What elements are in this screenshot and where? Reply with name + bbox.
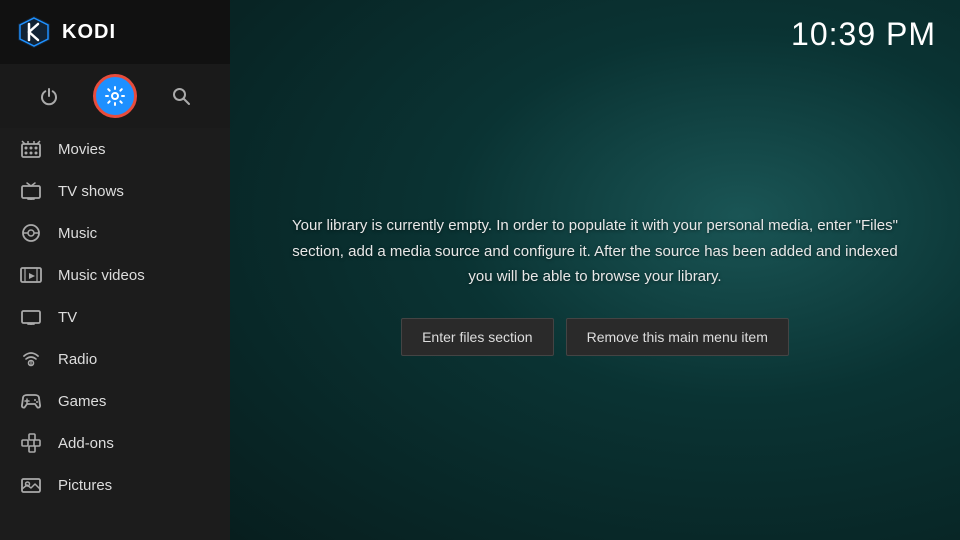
add-ons-label: Add-ons (58, 435, 114, 452)
sidebar-item-radio[interactable]: Radio (0, 338, 230, 380)
tv-shows-label: TV shows (58, 183, 124, 200)
sidebar-top-icons (0, 64, 230, 128)
tv-shows-icon (20, 180, 42, 202)
action-buttons: Enter files section Remove this main men… (401, 318, 789, 356)
search-button[interactable] (159, 74, 203, 118)
sidebar-item-tv-shows[interactable]: TV shows (0, 170, 230, 212)
sidebar-item-tv[interactable]: TV (0, 296, 230, 338)
tv-icon (20, 306, 42, 328)
library-empty-message: Your library is currently empty. In orde… (290, 213, 900, 290)
sidebar-nav: Movies TV shows (0, 128, 230, 540)
search-icon (171, 86, 191, 106)
main-header: 10:39 PM (230, 0, 960, 69)
enter-files-button[interactable]: Enter files section (401, 318, 554, 356)
power-button[interactable] (27, 74, 71, 118)
sidebar-item-music-videos[interactable]: Music videos (0, 254, 230, 296)
sidebar-item-movies[interactable]: Movies (0, 128, 230, 170)
movies-icon (20, 138, 42, 160)
sidebar-item-games[interactable]: Games (0, 380, 230, 422)
sidebar-item-music[interactable]: Music (0, 212, 230, 254)
sidebar: KODI (0, 0, 230, 540)
settings-icon (105, 86, 125, 106)
pictures-label: Pictures (58, 477, 112, 494)
library-section: Your library is currently empty. In orde… (230, 69, 960, 540)
radio-label: Radio (58, 351, 97, 368)
radio-icon (20, 348, 42, 370)
music-videos-label: Music videos (58, 267, 145, 284)
settings-button[interactable] (93, 74, 137, 118)
kodi-wordmark: KODI (62, 21, 116, 44)
main-content: 10:39 PM Your library is currently empty… (230, 0, 960, 540)
games-icon (20, 390, 42, 412)
sidebar-header: KODI (0, 0, 230, 64)
pictures-icon (20, 474, 42, 496)
sidebar-item-add-ons[interactable]: Add-ons (0, 422, 230, 464)
music-icon (20, 222, 42, 244)
add-ons-icon (20, 432, 42, 454)
kodi-logo-icon (16, 14, 52, 50)
movies-label: Movies (58, 141, 106, 158)
clock-display: 10:39 PM (791, 16, 936, 53)
sidebar-item-pictures[interactable]: Pictures (0, 464, 230, 506)
remove-menu-item-button[interactable]: Remove this main menu item (566, 318, 789, 356)
power-icon (39, 86, 59, 106)
tv-label: TV (58, 309, 77, 326)
music-label: Music (58, 225, 97, 242)
music-videos-icon (20, 264, 42, 286)
games-label: Games (58, 393, 106, 410)
